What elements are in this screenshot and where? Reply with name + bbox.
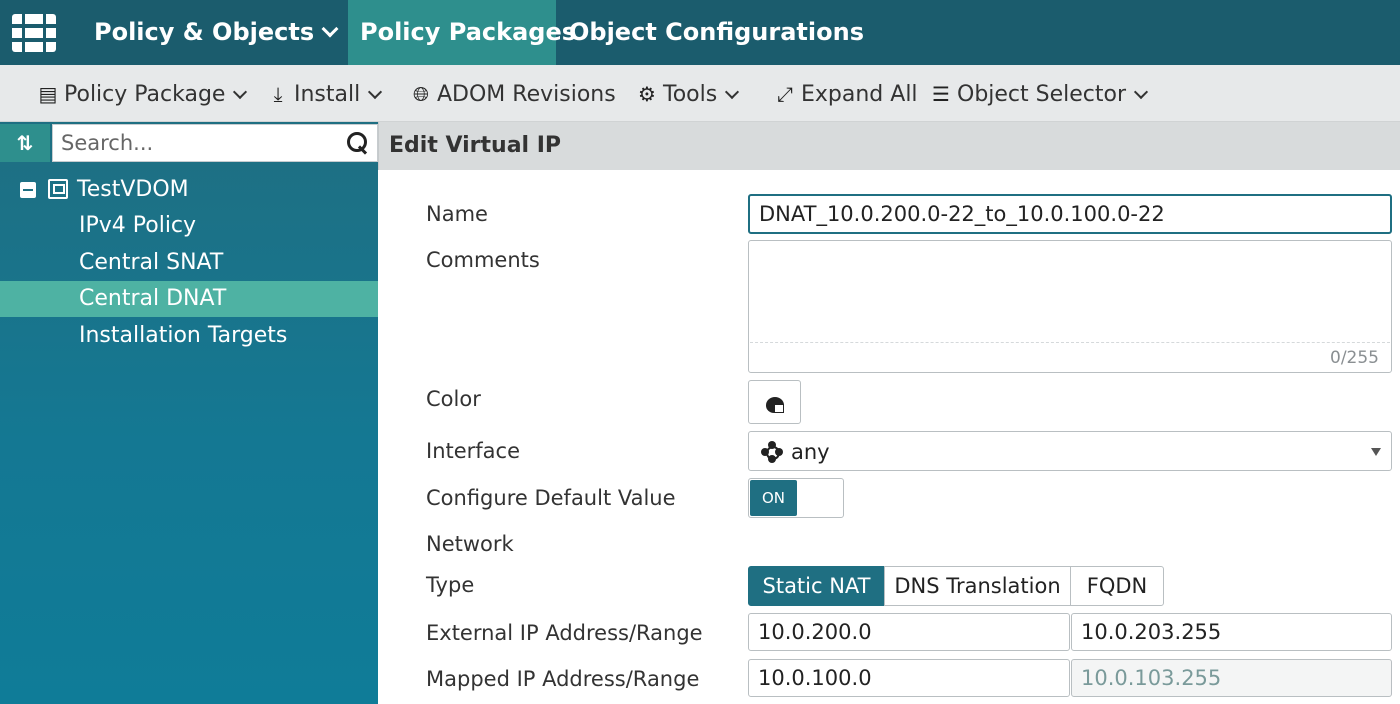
expand-all-button[interactable]: ⤢ Expand All: [773, 65, 918, 122]
type-dns-translation-button[interactable]: DNS Translation: [884, 566, 1071, 606]
external-ip-start-input[interactable]: [748, 613, 1070, 651]
sidebar-item-installation-targets[interactable]: Installation Targets: [0, 318, 378, 354]
type-label: Type: [426, 573, 475, 597]
interface-select[interactable]: any: [748, 431, 1392, 471]
toggle-on-label: ON: [750, 480, 797, 516]
expand-arrows-icon: ⤢: [777, 82, 793, 106]
install-menu-button[interactable]: ⤓ Install: [266, 65, 383, 122]
caret-down-icon: [1371, 448, 1381, 456]
type-fqdn-button[interactable]: FQDN: [1070, 566, 1164, 606]
checklist-icon: ☰: [932, 82, 950, 106]
search-icon[interactable]: [346, 131, 370, 155]
policy-package-icon: [48, 179, 68, 199]
textarea-divider: [750, 342, 1390, 343]
chevron-down-icon: [725, 84, 740, 100]
any-interface-icon: [761, 441, 783, 463]
comments-textarea[interactable]: [748, 240, 1392, 373]
name-label: Name: [426, 202, 488, 226]
expand-all-label: Expand All: [801, 82, 918, 107]
network-label: Network: [426, 532, 514, 556]
sidebar-item-central-snat[interactable]: Central SNAT: [0, 245, 378, 281]
char-counter: 0/255: [1330, 348, 1379, 368]
download-icon: ⤓: [273, 82, 283, 106]
nav-policy-objects-label: Policy & Objects: [94, 18, 315, 46]
sidebar-item-ipv4-policy[interactable]: IPv4 Policy: [0, 208, 378, 244]
tab-policy-packages[interactable]: Policy Packages: [348, 0, 576, 65]
color-label: Color: [426, 387, 481, 411]
mapped-ip-end-input: [1071, 659, 1392, 697]
configure-default-toggle[interactable]: ON: [748, 478, 844, 518]
chevron-down-icon: [368, 84, 383, 100]
tools-label: Tools: [663, 82, 718, 107]
tab-object-configurations[interactable]: Object Configurations: [557, 0, 876, 65]
globe-icon: 🌐︎: [413, 82, 429, 106]
nav-policy-objects[interactable]: Policy & Objects: [82, 0, 348, 65]
page-title: Edit Virtual IP: [389, 133, 562, 158]
object-selector-label: Object Selector: [957, 82, 1127, 107]
interface-value: any: [791, 440, 830, 464]
external-ip-end-input[interactable]: [1071, 613, 1392, 651]
collapse-icon[interactable]: [20, 182, 36, 198]
search-input[interactable]: [52, 124, 378, 162]
tools-menu-button[interactable]: ⚙ Tools: [635, 65, 740, 122]
interface-label: Interface: [426, 439, 521, 463]
gears-icon: ⚙: [638, 82, 656, 106]
sort-icon[interactable]: ⇅: [0, 124, 50, 162]
mapped-ip-label: Mapped IP Address/Range: [426, 667, 700, 691]
sidebar-search: ⇅: [0, 124, 378, 162]
palette-icon: [766, 397, 784, 413]
chevron-down-icon: [1133, 84, 1149, 100]
comments-label: Comments: [426, 248, 540, 272]
type-static-nat-button[interactable]: Static NAT: [748, 566, 885, 606]
sidebar: ⇅ TestVDOM IPv4 Policy Central SNAT Cent…: [0, 122, 378, 704]
tree-root-label: TestVDOM: [77, 177, 189, 202]
tree-root-testvdom[interactable]: TestVDOM: [0, 174, 378, 206]
mapped-ip-start-input[interactable]: [748, 659, 1070, 697]
install-label: Install: [294, 82, 361, 107]
top-nav-bar: Policy & Objects Policy Packages Object …: [0, 0, 1400, 65]
external-ip-label: External IP Address/Range: [426, 621, 703, 645]
object-selector-menu-button[interactable]: ☰ Object Selector: [929, 65, 1149, 122]
sidebar-item-central-dnat[interactable]: Central DNAT: [0, 281, 378, 317]
fortinet-logo-icon[interactable]: [12, 14, 56, 52]
configure-default-label: Configure Default Value: [426, 486, 676, 510]
chevron-down-icon: [233, 84, 248, 100]
policy-package-label: Policy Package: [64, 82, 226, 107]
name-input[interactable]: [748, 194, 1392, 234]
package-icon: ▤: [38, 82, 58, 106]
policy-package-menu-button[interactable]: ▤ Policy Package: [36, 65, 248, 122]
adom-revisions-label: ADOM Revisions: [437, 82, 616, 107]
panel-header: Edit Virtual IP: [378, 122, 1400, 170]
chevron-down-icon: [321, 20, 339, 38]
color-picker-button[interactable]: [748, 380, 801, 424]
toolbar: ▤ Policy Package ⤓ Install 🌐︎ ADOM Revision…: [0, 65, 1400, 122]
adom-revisions-button[interactable]: 🌐︎ ADOM Revisions: [409, 65, 616, 122]
